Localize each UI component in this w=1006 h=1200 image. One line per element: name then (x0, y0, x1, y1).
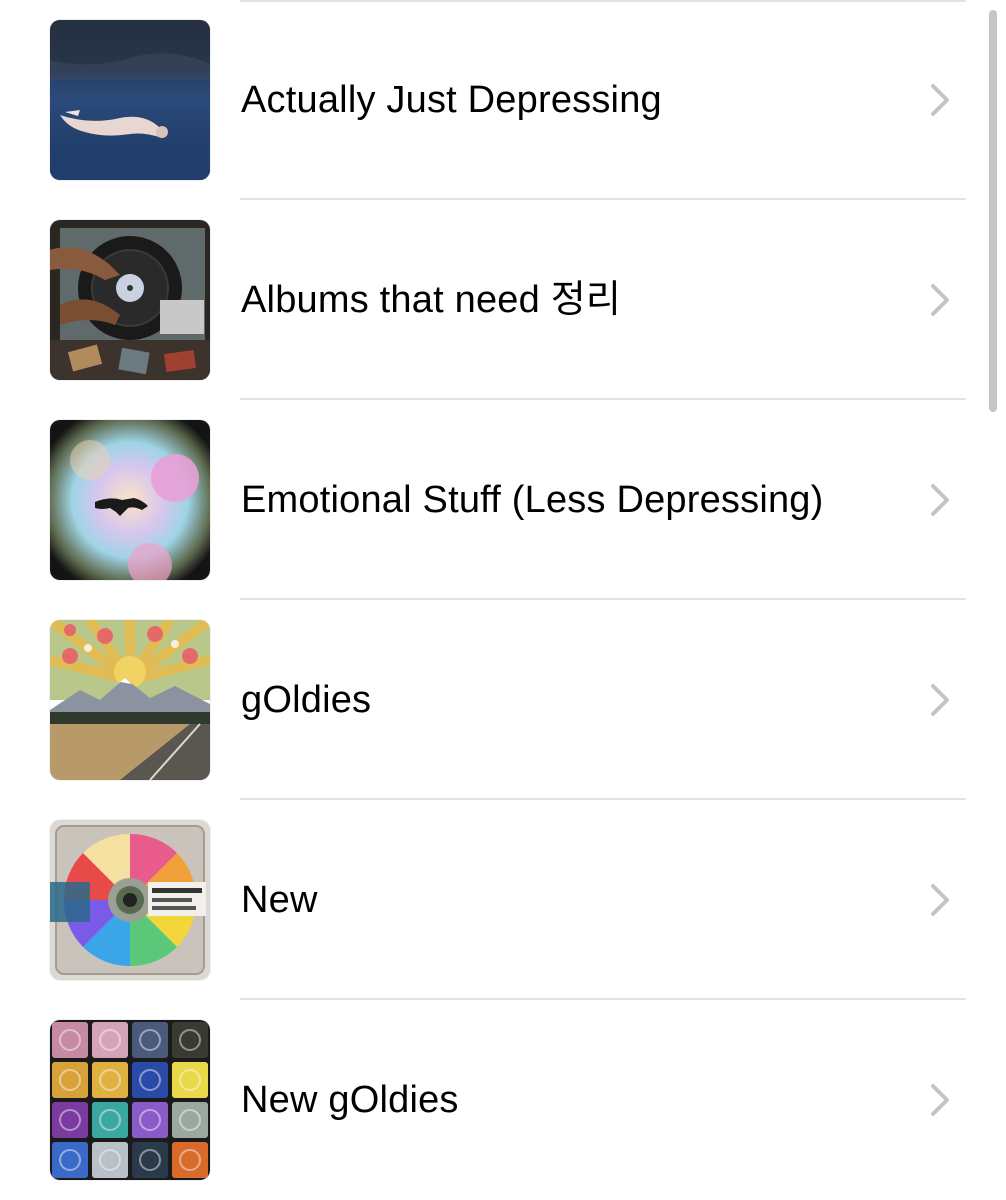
chevron-right-icon (931, 84, 949, 116)
playlist-title: Actually Just Depressing (241, 79, 662, 121)
playlist-row[interactable]: Albums that need 정리 (0, 200, 990, 400)
playlist-artwork (50, 420, 210, 580)
playlist-artwork (50, 20, 210, 180)
playlist-title: New (241, 879, 318, 921)
chevron-right-icon (931, 1084, 949, 1116)
playlist-artwork (50, 820, 210, 980)
chevron-right-icon (931, 484, 949, 516)
playlist-list-screen: Actually Just Depressing Albums that nee… (0, 0, 1006, 1200)
playlist-artwork (50, 620, 210, 780)
playlist-row[interactable]: New (0, 800, 990, 1000)
playlist-title: Albums that need 정리 (241, 279, 622, 321)
playlist-artwork (50, 220, 210, 380)
playlist-title: New gOldies (241, 1079, 459, 1121)
scrollbar[interactable] (989, 10, 997, 412)
chevron-right-icon (931, 884, 949, 916)
playlist-artwork (50, 1020, 210, 1180)
chevron-right-icon (931, 284, 949, 316)
playlist-row[interactable]: gOldies (0, 600, 990, 800)
playlist-row[interactable]: New gOldies (0, 1000, 990, 1200)
playlist-row[interactable]: Emotional Stuff (Less Depressing) (0, 400, 990, 600)
playlist-title: gOldies (241, 679, 372, 721)
chevron-right-icon (931, 684, 949, 716)
playlist-row[interactable]: Actually Just Depressing (0, 0, 990, 200)
playlist-title: Emotional Stuff (Less Depressing) (241, 479, 824, 521)
